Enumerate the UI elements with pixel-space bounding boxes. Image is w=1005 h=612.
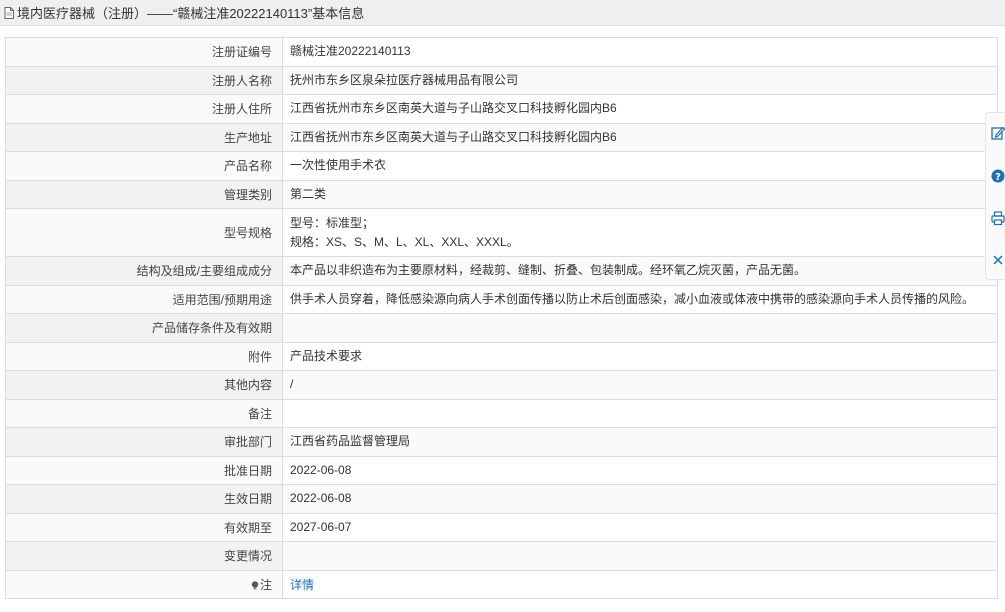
info-row: 审批部门 江西省药品监督管理局 — [5, 427, 998, 457]
info-row-label: 适用范围/预期用途 — [5, 284, 283, 314]
document-icon — [4, 6, 14, 19]
info-row-value: 产品技术要求 — [282, 341, 998, 371]
info-row-value: 江西省抚州市东乡区南英大道与子山路交叉口科技孵化园内B6 — [282, 122, 998, 152]
info-value-text: 2022-06-08 — [290, 491, 352, 506]
info-row-label: 产品储存条件及有效期 — [5, 313, 283, 343]
info-row-label: 注册人住所 — [5, 94, 283, 124]
help-icon[interactable]: ? — [991, 168, 1005, 184]
info-row-value: 一次性使用手术衣 — [282, 151, 998, 181]
info-row-value — [282, 541, 998, 571]
info-row: 适用范围/预期用途 供手术人员穿着，降低感染源向病人手术创面传播以防止术后创面感染… — [5, 284, 998, 314]
info-row: 生效日期 2022-06-08 — [5, 484, 998, 514]
info-row: 其他内容 / — [5, 370, 998, 400]
info-row: 结构及组成/主要组成成分 本产品以非织造布为主要原材料，经裁剪、缝制、折叠、包装制… — [5, 256, 998, 286]
info-row-label: 产品名称 — [5, 151, 283, 181]
info-row-value: 赣械注准20222140113 — [282, 37, 998, 67]
info-value-text: 2027-06-07 — [290, 519, 352, 534]
info-value-text: 产品技术要求 — [290, 348, 363, 363]
info-row-label: 结构及组成/主要组成成分 — [5, 256, 283, 286]
info-value-text: 2022-06-08 — [290, 462, 352, 477]
info-row-label: 生产地址 — [5, 122, 283, 152]
info-row: 生产地址 江西省抚州市东乡区南英大道与子山路交叉口科技孵化园内B6 — [5, 122, 998, 152]
info-row: 变更情况 — [5, 541, 998, 571]
info-row: 注册人名称 抚州市东乡区泉朵拉医疗器械用品有限公司 — [5, 65, 998, 95]
side-toolbar: ? — [985, 112, 1005, 280]
info-value-text: 本产品以非织造布为主要原材料，经裁剪、缝制、折叠、包装制成。经环氧乙烷灭菌，产品… — [290, 263, 807, 278]
info-row-value — [282, 398, 998, 428]
info-value-text: 供手术人员穿着，降低感染源向病人手术创面传播以防止术后创面感染，减小血液或体液中… — [290, 291, 975, 306]
info-row: 产品名称 一次性使用手术衣 — [5, 151, 998, 181]
info-row-label: 批准日期 — [5, 455, 283, 485]
info-value-text: 一次性使用手术衣 — [290, 158, 387, 173]
info-value-text: 抚州市东乡区泉朵拉医疗器械用品有限公司 — [290, 72, 519, 87]
note-value-cell: 详情 — [282, 569, 998, 599]
info-row-value: 2022-06-08 — [282, 455, 998, 485]
info-value-text: 第二类 — [290, 186, 327, 201]
info-row: 注册证编号 赣械注准20222140113 — [5, 37, 998, 67]
info-row: 产品储存条件及有效期 — [5, 313, 998, 343]
info-row-label: 管理类别 — [5, 179, 283, 209]
info-row: 管理类别 第二类 — [5, 179, 998, 209]
info-row-value: 供手术人员穿着，降低感染源向病人手术创面传播以防止术后创面感染，减小血液或体液中… — [282, 284, 998, 314]
note-row: 注 详情 — [5, 569, 998, 599]
info-row: 型号规格 型号：标准型； 规格：XS、S、M、L、XL、XXL、XXXL。 — [5, 208, 998, 257]
info-row-label: 注册证编号 — [5, 37, 283, 67]
note-label: 注 — [259, 577, 272, 592]
info-row-value — [282, 313, 998, 343]
info-row: 备注 — [5, 398, 998, 428]
page-header: 境内医疗器械（注册）——“赣械注准20222140113”基本信息 — [0, 0, 1005, 26]
info-row-value: / — [282, 370, 998, 400]
print-icon[interactable] — [991, 210, 1005, 226]
info-row-label: 备注 — [5, 398, 283, 428]
info-row-value: 抚州市东乡区泉朵拉医疗器械用品有限公司 — [282, 65, 998, 95]
details-link[interactable]: 详情 — [290, 578, 314, 592]
info-value-text: 江西省抚州市东乡区南英大道与子山路交叉口科技孵化园内B6 — [290, 129, 617, 144]
info-row-value: 第二类 — [282, 179, 998, 209]
note-label-cell: 注 — [5, 569, 283, 599]
info-row-label: 审批部门 — [5, 427, 283, 457]
edit-icon[interactable] — [991, 125, 1005, 141]
info-row-value: 2022-06-08 — [282, 484, 998, 514]
info-row-value: 2027-06-07 — [282, 512, 998, 542]
info-value-text: 赣械注准20222140113 — [290, 44, 411, 59]
info-row-value: 本产品以非织造布为主要原材料，经裁剪、缝制、折叠、包装制成。经环氧乙烷灭菌，产品… — [282, 256, 998, 286]
svg-text:?: ? — [995, 172, 1001, 183]
registration-info-table: 注册证编号 赣械注准20222140113 注册人名称 抚州市东乡区泉朵拉医疗器械用品… — [5, 37, 998, 599]
info-row-label: 有效期至 — [5, 512, 283, 542]
info-row-label: 型号规格 — [5, 208, 283, 257]
bulb-icon — [251, 581, 259, 590]
info-value-text: 规格：XS、S、M、L、XL、XXL、XXXL。 — [290, 234, 519, 249]
info-value-text: 江西省药品监督管理局 — [290, 434, 411, 449]
info-value-text: 型号：标准型； — [290, 215, 375, 230]
info-row-label: 注册人名称 — [5, 65, 283, 95]
info-value-text: / — [290, 377, 294, 392]
info-value-text: 江西省抚州市东乡区南英大道与子山路交叉口科技孵化园内B6 — [290, 101, 617, 116]
info-row-label: 附件 — [5, 341, 283, 371]
page-title: 境内医疗器械（注册）——“赣械注准20222140113”基本信息 — [17, 6, 365, 21]
info-row-value: 江西省抚州市东乡区南英大道与子山路交叉口科技孵化园内B6 — [282, 94, 998, 124]
info-row-label: 变更情况 — [5, 541, 283, 571]
info-row-value: 型号：标准型； 规格：XS、S、M、L、XL、XXL、XXXL。 — [282, 208, 998, 257]
info-row: 附件 产品技术要求 — [5, 341, 998, 371]
close-icon[interactable] — [991, 252, 1005, 268]
info-row: 有效期至 2027-06-07 — [5, 512, 998, 542]
info-row-value: 江西省药品监督管理局 — [282, 427, 998, 457]
info-row: 注册人住所 江西省抚州市东乡区南英大道与子山路交叉口科技孵化园内B6 — [5, 94, 998, 124]
info-row-label: 其他内容 — [5, 370, 283, 400]
info-row: 批准日期 2022-06-08 — [5, 455, 998, 485]
info-row-label: 生效日期 — [5, 484, 283, 514]
